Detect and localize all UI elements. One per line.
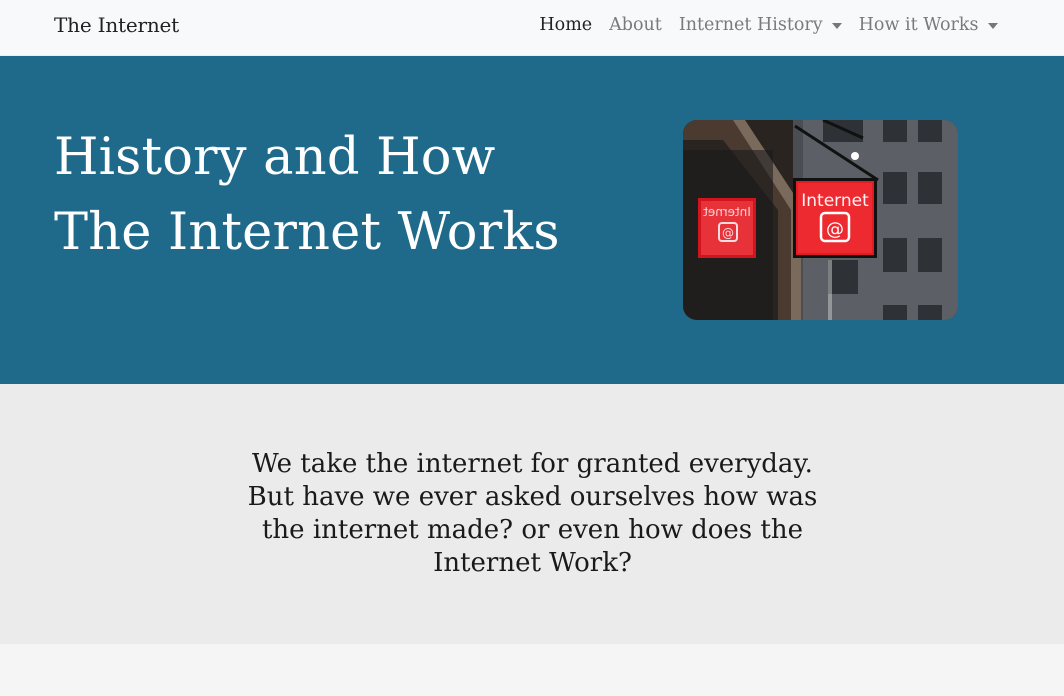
nav-about-label: About	[609, 15, 662, 35]
internet-sign-image: Internet @ Internet @	[683, 120, 958, 320]
nav-internet-history-dropdown[interactable]: Internet History	[670, 15, 850, 35]
svg-text:@: @	[826, 219, 844, 240]
svg-text:Internet: Internet	[703, 205, 751, 219]
brand-link[interactable]: The Internet	[54, 13, 179, 37]
caret-down-icon	[831, 23, 842, 29]
caret-down-icon	[987, 23, 998, 29]
intro-section: We take the internet for granted everyda…	[0, 384, 1064, 644]
navbar: The Internet Home About Internet History…	[0, 0, 1064, 56]
nav-home-label: Home	[539, 15, 593, 35]
sign-text: Internet	[801, 191, 869, 211]
nav-menu: Home About Internet History How it Works	[531, 15, 1006, 35]
nav-internet-history-label: Internet History	[678, 15, 823, 35]
nav-how-it-works-dropdown[interactable]: How it Works	[850, 15, 1006, 35]
nav-about-link[interactable]: About	[601, 15, 671, 35]
intro-text: We take the internet for granted everyda…	[247, 449, 818, 578]
nav-how-it-works-label: How it Works	[858, 15, 979, 35]
hero-title: History and How The Internet Works	[54, 128, 560, 262]
nav-home-link[interactable]: Home	[531, 15, 601, 35]
svg-text:@: @	[722, 226, 734, 240]
page-footer-area	[0, 644, 1064, 696]
hero-section: History and How The Internet Works Inter…	[0, 56, 1064, 384]
